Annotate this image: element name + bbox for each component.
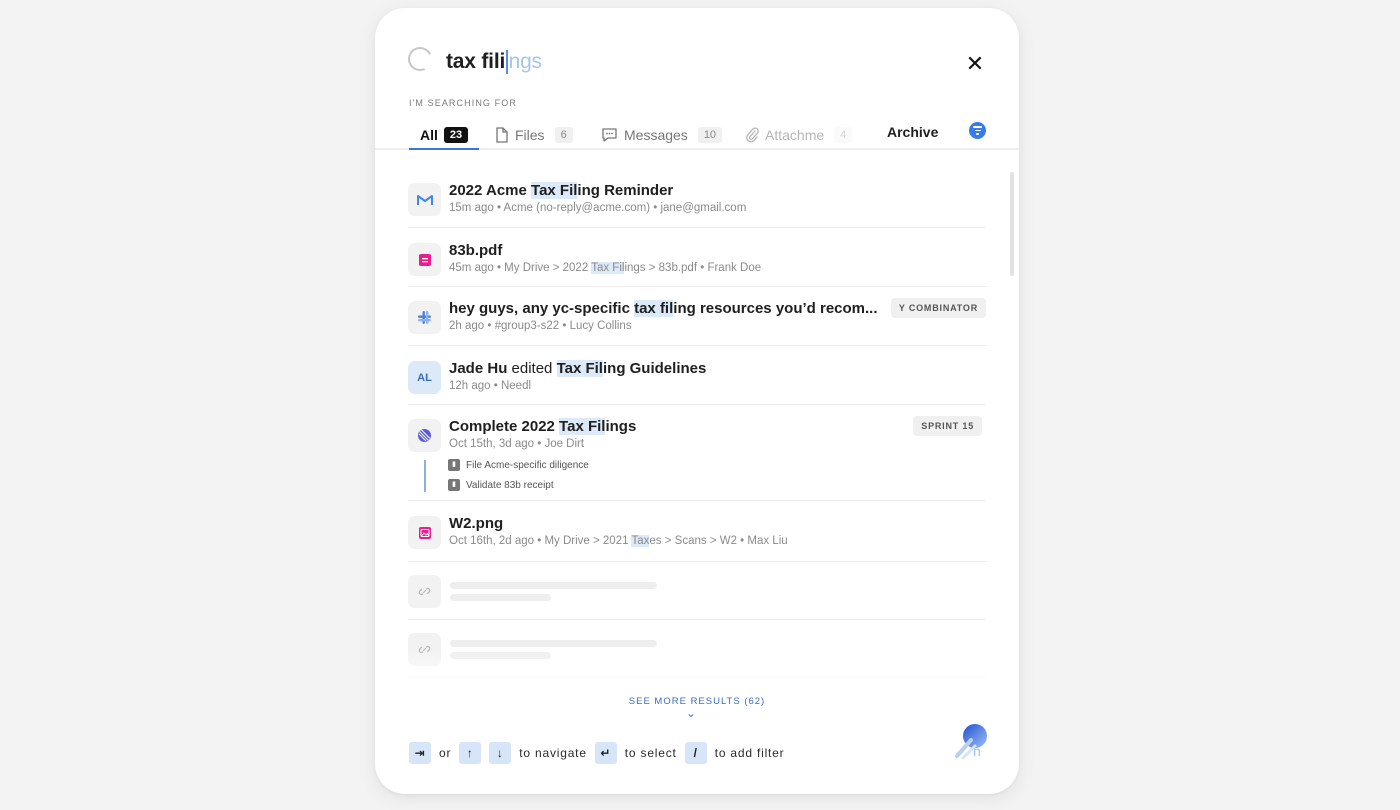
- tab-all-count: 23: [443, 127, 469, 143]
- tab-attachments-label: Attachme: [765, 127, 825, 143]
- result-row[interactable]: AL Jade Hu edited Tax Filing Guidelines 12…: [408, 346, 986, 405]
- enter-key-icon: ↵: [594, 742, 617, 764]
- slack-icon: [408, 301, 441, 334]
- chevron-down-icon[interactable]: ⌄: [685, 707, 697, 719]
- result-subtitle: 2h ago • #group3-s22 • Lucy Collins: [449, 320, 632, 332]
- tab-messages-count: 10: [697, 127, 723, 143]
- slash-key: /: [684, 742, 707, 764]
- result-row[interactable]: W2.png Oct 16th, 2d ago • My Drive > 2021…: [408, 501, 986, 562]
- linear-icon: [408, 419, 441, 452]
- gmail-icon: [408, 183, 441, 216]
- tab-attachments[interactable]: Attachme 4: [745, 120, 853, 150]
- keyboard-shortcuts-hint: ⇥ or ↑ ↓ to navigate ↵ to select / to ad…: [409, 742, 784, 764]
- result-title: W2.png: [449, 515, 504, 532]
- result-tag-badge: Y COMBINATOR: [890, 298, 986, 318]
- tab-files[interactable]: Files 6: [495, 120, 573, 150]
- skeleton-line: [450, 640, 657, 647]
- result-title: Jade Hu edited Tax Filing Guidelines: [449, 360, 707, 377]
- tab-files-label: Files: [515, 127, 545, 143]
- result-subtitle: Oct 15th, 3d ago • Joe Dirt: [449, 438, 585, 450]
- subtask-connector-line: [424, 460, 426, 492]
- result-subtitle: Oct 16th, 2d ago • My Drive > 2021 Taxes…: [449, 535, 788, 547]
- search-input[interactable]: tax fili ngs: [446, 48, 542, 76]
- result-row[interactable]: 83b.pdf 45m ago • My Drive > 2022 Tax Fil…: [408, 228, 986, 287]
- link-icon: [408, 575, 441, 608]
- result-subtitle: 45m ago • My Drive > 2022 Tax Filings > …: [449, 262, 762, 274]
- subtask-label: Validate 83b receipt: [466, 479, 554, 491]
- tab-all-label: All: [420, 127, 438, 143]
- close-icon[interactable]: ✕: [963, 52, 987, 76]
- tab-messages-label: Messages: [624, 127, 688, 143]
- see-more-results-button[interactable]: SEE MORE RESULTS (62): [375, 696, 1019, 707]
- result-row[interactable]: hey guys, any yc-specific tax filing res…: [408, 286, 986, 346]
- result-tag-badge: SPRINT 15: [913, 416, 982, 436]
- avatar: AL: [408, 361, 441, 394]
- archive-button[interactable]: Archive: [887, 124, 938, 140]
- arrow-down-key-icon: ↓: [489, 742, 512, 764]
- active-tab-indicator: [409, 148, 479, 150]
- result-title: 2022 Acme Tax Filing Reminder: [449, 182, 674, 199]
- result-row[interactable]: 2022 Acme Tax Filing Reminder 15m ago • A…: [408, 168, 986, 228]
- tab-files-count: 6: [554, 127, 573, 143]
- tab-attachments-count: 4: [834, 127, 853, 143]
- result-subtitle: 15m ago • Acme (no-reply@acme.com) • jan…: [449, 202, 747, 214]
- result-subtitle: 12h ago • Needl: [449, 380, 532, 392]
- image-icon: [408, 516, 441, 549]
- footer-filter-text: to add filter: [714, 746, 785, 760]
- text-caret: [506, 50, 508, 74]
- search-query-text: tax fili: [446, 50, 506, 73]
- priority-bars-icon: ▮: [448, 459, 460, 471]
- results-fade-overlay: [375, 648, 1019, 698]
- app-logo-icon: n: [955, 724, 987, 760]
- priority-bars-icon: ▮: [448, 479, 460, 491]
- footer-or-text: or: [439, 746, 452, 760]
- message-icon: [602, 128, 617, 142]
- result-title: Complete 2022 Tax Filings: [449, 418, 637, 435]
- results-scrollbar[interactable]: [1010, 172, 1014, 276]
- skeleton-line: [450, 582, 657, 589]
- subtask-item[interactable]: ▮ File Acme-specific diligence: [448, 459, 589, 471]
- search-panel: tax fili ngs ✕ I'M SEARCHING FOR All 23 F…: [375, 8, 1019, 794]
- subtask-item[interactable]: ▮ Validate 83b receipt: [448, 479, 554, 491]
- searching-for-label: I'M SEARCHING FOR: [409, 98, 517, 108]
- subtask-label: File Acme-specific diligence: [466, 459, 589, 471]
- doc-icon: [408, 243, 441, 276]
- loading-spinner-icon: [404, 43, 436, 75]
- result-row[interactable]: Complete 2022 Tax Filings Oct 15th, 3d ag…: [408, 404, 986, 501]
- arrow-up-key-icon: ↑: [459, 742, 482, 764]
- skeleton-line: [450, 594, 551, 601]
- tab-all[interactable]: All 23: [420, 120, 469, 150]
- loading-placeholder-row: [408, 562, 986, 620]
- result-title: hey guys, any yc-specific tax filing res…: [449, 300, 878, 317]
- footer-navigate-text: to navigate: [519, 746, 587, 760]
- filter-icon[interactable]: [969, 122, 986, 139]
- result-title: 83b.pdf: [449, 242, 503, 259]
- svg-text:n: n: [973, 743, 981, 759]
- tab-key-icon: ⇥: [409, 742, 431, 764]
- file-icon: [496, 127, 508, 143]
- tab-messages[interactable]: Messages 10: [601, 120, 723, 150]
- search-autocomplete-suggestion: ngs: [508, 50, 542, 73]
- results-list: 2022 Acme Tax Filing Reminder 15m ago • A…: [375, 168, 1019, 688]
- footer-select-text: to select: [624, 746, 677, 760]
- paperclip-icon: [746, 127, 759, 143]
